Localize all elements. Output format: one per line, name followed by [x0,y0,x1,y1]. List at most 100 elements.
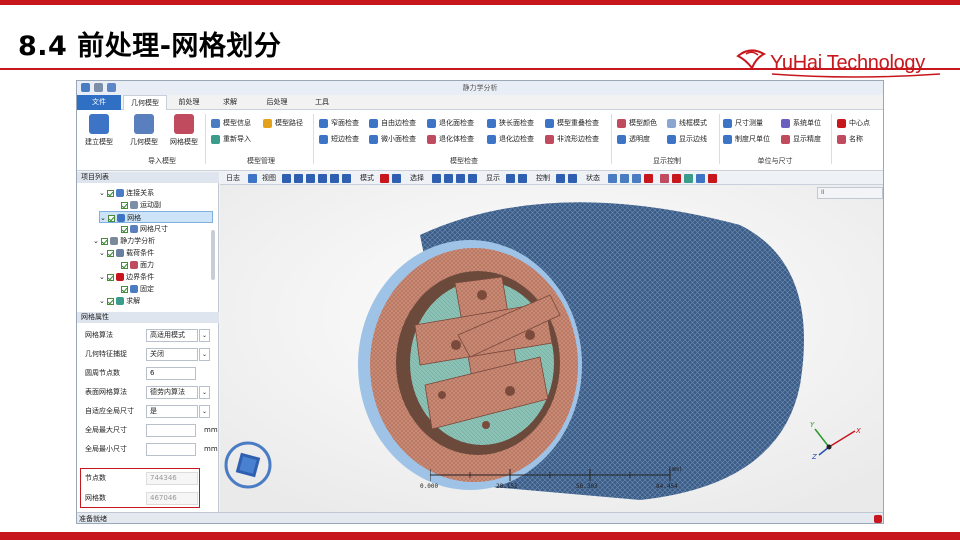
max-size-input[interactable] [146,424,196,437]
degenerate-face-check-button[interactable]: 退化面检查 [427,118,474,128]
chevron-down-icon[interactable]: ⌄ [199,329,210,342]
model-color-button[interactable]: 模型颜色 [617,118,657,128]
tree-item-mesh-size[interactable]: 网格尺寸 [121,223,168,235]
mesh-algorithm-select[interactable]: 高适用模式 [146,329,198,342]
menu-file[interactable]: 文件 [77,95,121,110]
non-manifold-check-button[interactable]: 非流形边检查 [545,134,599,144]
overlap-check-button[interactable]: 模型重叠检查 [545,118,599,128]
degenerate-edge-check-button[interactable]: 退化边检查 [487,134,534,144]
view-front-icon[interactable] [282,174,291,183]
state-section-icon[interactable] [672,174,681,183]
tree-item-load[interactable]: ⌄ 载荷条件 [99,247,154,259]
view-right-icon[interactable] [318,174,327,183]
view-left-icon[interactable] [306,174,315,183]
precision-icon [781,134,790,144]
feature-capture-select[interactable]: 关闭 [146,348,198,361]
state-probe-icon[interactable] [696,174,705,183]
display-mesh-icon[interactable] [518,174,527,183]
measure-button[interactable]: 尺寸测量 [723,118,763,128]
surface-algorithm-select[interactable]: 德劳内算法 [146,386,198,399]
system-unit-button[interactable]: 系统单位 [781,118,821,128]
state-color-icon[interactable] [684,174,693,183]
checkbox[interactable] [101,237,109,245]
checkbox[interactable] [107,297,115,305]
select-face-icon[interactable] [456,174,465,183]
chevron-down-icon[interactable]: ⌄ [199,386,210,399]
3d-viewport[interactable]: II 0.000 28.151 56.303 84.454 (mm) Y X Z [220,185,883,512]
mesh-model-button[interactable]: 网格模型 [167,114,201,147]
mini-window[interactable]: II [817,187,883,199]
checkbox[interactable] [121,201,128,209]
checkbox[interactable] [121,261,128,269]
tree-item-joint[interactable]: 运动副 [121,199,161,211]
menu-geometry[interactable]: 几何模型 [123,95,167,110]
tree-item-surface-force[interactable]: 面力 [121,259,154,271]
pan-icon[interactable] [556,174,565,183]
tree-item-connection[interactable]: ⌄ 连接关系 [99,187,154,199]
view-top-icon[interactable] [330,174,339,183]
chevron-down-icon[interactable]: ⌄ [199,348,210,361]
menu-tools[interactable]: 工具 [305,95,339,110]
name-button[interactable]: 名称 [837,134,863,144]
tree-scrollbar[interactable] [211,230,215,280]
zoom-icon[interactable] [568,174,577,183]
checkbox[interactable] [108,214,116,222]
state-sort-icon[interactable] [708,174,717,183]
checkbox[interactable] [107,273,115,281]
degenerate-body-check-button[interactable]: 退化体检查 [427,134,474,144]
small-face-check-button[interactable]: 微小面检查 [369,134,416,144]
free-edge-check-button[interactable]: 自由边检查 [369,118,416,128]
select-body-icon[interactable] [468,174,477,183]
app-badge-icon[interactable] [874,515,882,523]
build-model-button[interactable]: 建立模型 [85,114,113,147]
geometry-model-button[interactable]: 几何模型 [129,114,159,147]
view-iso-icon[interactable] [342,174,351,183]
quick-new-icon[interactable] [107,83,116,92]
tree-item-boundary[interactable]: ⌄ 边界条件 [99,271,154,283]
state-show-icon[interactable] [620,174,629,183]
select-point-icon[interactable] [432,174,441,183]
min-size-input[interactable] [146,443,196,456]
state-eye-icon[interactable] [632,174,641,183]
log-toggle[interactable]: 日志 [226,172,240,185]
view-cube-icon[interactable] [222,439,274,491]
state-hide-icon[interactable] [608,174,617,183]
long-face-check-button[interactable]: 狭长面检查 [487,118,534,128]
checkbox[interactable] [107,189,115,197]
short-edge-check-button[interactable]: 短边检查 [319,134,359,144]
checkbox[interactable] [121,285,128,293]
precision-button[interactable]: 显示精度 [781,134,821,144]
quick-save-icon[interactable] [81,83,90,92]
select-edge-icon[interactable] [444,174,453,183]
checkbox[interactable] [107,249,115,257]
select-mode-icon[interactable] [380,174,389,183]
quick-open-icon[interactable] [94,83,103,92]
menu-solve[interactable]: 求解 [213,95,247,110]
rotate-mode-icon[interactable] [392,174,401,183]
wireframe-button[interactable]: 线框模式 [667,118,707,128]
ruler-unit-button[interactable]: 制度尺单位 [723,134,770,144]
model-path-button[interactable]: 模型路径 [263,118,303,128]
tree-item-fixed[interactable]: 固定 [121,283,154,295]
view-back-icon[interactable] [294,174,303,183]
show-edges-button[interactable]: 显示边线 [667,134,707,144]
transparency-button[interactable]: 透明度 [617,134,650,144]
chevron-down-icon[interactable]: ⌄ [199,405,210,418]
tree-item-solve[interactable]: ⌄ 求解 [99,295,140,307]
ribbon: 建立模型 几何模型 网格模型 导入模型 模型信息 模型路径 重新导入 模型管理 … [77,110,883,171]
circumference-nodes-input[interactable]: 6 [146,367,196,380]
menu-postprocess[interactable]: 后处理 [257,95,297,110]
narrow-face-check-button[interactable]: 窄面检查 [319,118,359,128]
display-solid-icon[interactable] [506,174,515,183]
checkbox[interactable] [121,225,128,233]
reimport-button[interactable]: 重新导入 [211,134,251,144]
center-button[interactable]: 中心点 [837,118,870,128]
state-reset-icon[interactable] [644,174,653,183]
state-clip-icon[interactable] [660,174,669,183]
log-icon[interactable] [248,174,257,183]
tree-item-static-analysis[interactable]: ⌄ 静力学分析 [93,235,155,247]
adaptive-size-select[interactable]: 是 [146,405,198,418]
tree-item-mesh[interactable]: ⌄ 网格 [99,211,213,223]
model-info-button[interactable]: 模型信息 [211,118,251,128]
menu-preprocess[interactable]: 前处理 [169,95,209,110]
